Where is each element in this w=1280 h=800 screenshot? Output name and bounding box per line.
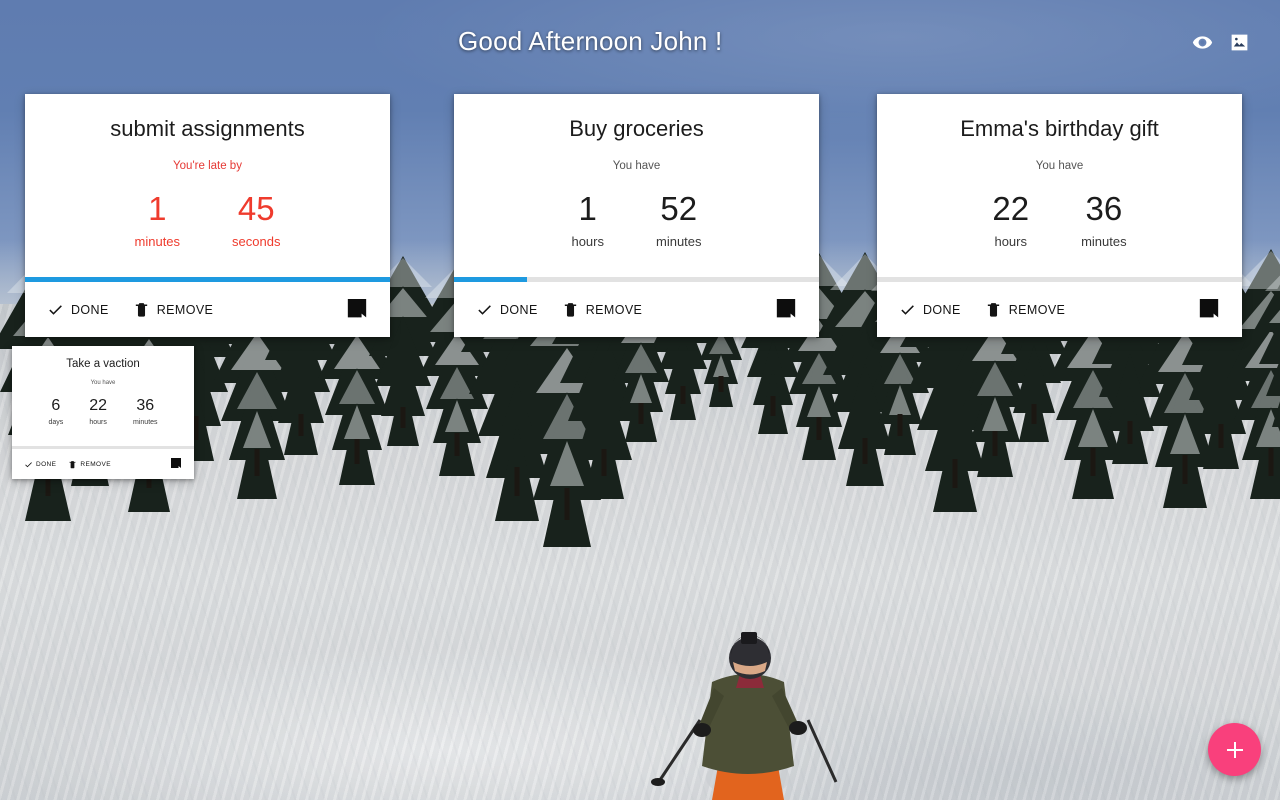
countdown-value: 22 <box>89 397 108 414</box>
countdown-label: minutes <box>656 234 702 249</box>
task-card[interactable]: Buy groceries You have 1 hours 52 minutes DONE… <box>454 94 819 337</box>
task-subtitle: You have <box>1035 160 1084 172</box>
task-card-body: Emma's birthday gift You have 22 hours 36 min… <box>877 94 1242 277</box>
task-card-grid: submit assignments You're late by 1 minutes… <box>0 0 1280 800</box>
done-label: DONE <box>36 460 57 468</box>
bookmark-button[interactable] <box>1198 298 1220 322</box>
remove-label: REMOVE <box>585 302 643 317</box>
done-button[interactable]: DONE <box>47 301 109 318</box>
remove-label: REMOVE <box>156 302 214 317</box>
task-title: Emma's birthday gift <box>960 116 1159 141</box>
task-subtitle: You're late by <box>173 160 242 172</box>
countdown-label: days <box>48 419 64 426</box>
countdown-group: 6 days 22 hours 36 minutes <box>12 397 194 427</box>
bookmark-icon <box>776 298 796 317</box>
countdown-value: 52 <box>660 190 698 227</box>
countdown-unit: 22 hours <box>89 397 108 427</box>
countdown-label: minutes <box>1081 234 1127 249</box>
done-button[interactable]: DONE <box>24 460 56 469</box>
done-button[interactable]: DONE <box>899 301 961 318</box>
task-title: Take a vaction <box>66 358 140 370</box>
remove-button[interactable]: REMOVE <box>562 301 643 318</box>
task-subtitle: You have <box>612 160 661 172</box>
bookmark-button[interactable] <box>346 298 368 322</box>
countdown-label: seconds <box>232 234 281 249</box>
countdown-unit: 52 minutes <box>656 192 702 249</box>
countdown-unit: 45 seconds <box>232 192 280 249</box>
countdown-unit: 36 minutes <box>1081 192 1127 249</box>
countdown-label: hours <box>571 234 604 249</box>
check-icon <box>478 305 491 315</box>
countdown-unit: 1 minutes <box>135 192 181 249</box>
countdown-value: 1 <box>578 190 597 227</box>
task-card[interactable]: Emma's birthday gift You have 22 hours 36 min… <box>877 94 1242 337</box>
countdown-value: 6 <box>51 397 61 414</box>
task-card[interactable]: submit assignments You're late by 1 minutes… <box>25 94 390 337</box>
trash-icon <box>135 303 147 317</box>
countdown-unit: 22 hours <box>992 192 1029 249</box>
top-icon-group <box>1192 32 1250 53</box>
countdown-unit: 36 minutes <box>133 397 158 427</box>
done-label: DONE <box>500 302 538 317</box>
task-card-body: Buy groceries You have 1 hours 52 minutes <box>454 94 819 277</box>
countdown-unit: 6 days <box>48 397 64 427</box>
done-label: DONE <box>71 302 109 317</box>
plus-icon <box>1226 741 1243 758</box>
done-label: DONE <box>923 302 961 317</box>
countdown-group: 1 hours 52 minutes <box>454 192 819 249</box>
countdown-label: minutes <box>134 234 181 249</box>
trash-icon <box>987 303 999 317</box>
greeting-text: Good Afternoon John ! <box>458 26 723 56</box>
countdown-value: 36 <box>136 397 155 414</box>
countdown-value: 36 <box>1085 190 1123 227</box>
remove-label: REMOVE <box>1008 302 1066 317</box>
task-card-body: submit assignments You're late by 1 minutes… <box>25 94 390 277</box>
countdown-unit: 1 hours <box>571 192 604 249</box>
bookmark-icon <box>171 458 181 468</box>
trash-icon <box>564 303 576 317</box>
countdown-group: 22 hours 36 minutes <box>877 192 1242 249</box>
remove-button[interactable]: REMOVE <box>68 460 111 469</box>
image-icon[interactable] <box>1229 32 1250 53</box>
trash-icon <box>69 460 76 468</box>
task-card[interactable]: Take a vaction You have 6 days 22 hours 36 minu… <box>12 346 194 479</box>
bookmark-button[interactable] <box>775 298 797 322</box>
countdown-group: 1 minutes 45 seconds <box>25 192 390 249</box>
check-icon <box>49 305 62 315</box>
task-title: submit assignments <box>110 116 305 141</box>
done-button[interactable]: DONE <box>476 301 538 318</box>
bookmark-icon <box>347 298 367 317</box>
check-icon <box>25 461 32 467</box>
countdown-label: hours <box>994 234 1027 249</box>
bookmark-button[interactable] <box>170 458 182 471</box>
remove-label: REMOVE <box>80 460 111 468</box>
countdown-value: 45 <box>237 190 275 227</box>
visibility-icon[interactable] <box>1192 32 1213 53</box>
task-card-footer: DONE REMOVE <box>12 449 194 479</box>
task-subtitle: You have <box>90 380 116 386</box>
task-card-footer: DONE REMOVE <box>454 282 819 337</box>
check-icon <box>901 305 914 315</box>
task-title: Buy groceries <box>569 116 704 141</box>
task-card-footer: DONE REMOVE <box>25 282 390 337</box>
countdown-label: minutes <box>133 419 158 426</box>
add-task-button[interactable] <box>1208 723 1261 776</box>
countdown-value: 1 <box>148 190 167 227</box>
remove-button[interactable]: REMOVE <box>133 301 214 318</box>
bookmark-icon <box>1199 298 1219 317</box>
remove-button[interactable]: REMOVE <box>985 301 1066 318</box>
task-card-footer: DONE REMOVE <box>877 282 1242 337</box>
countdown-label: hours <box>89 419 107 426</box>
countdown-value: 22 <box>992 190 1030 227</box>
task-card-body: Take a vaction You have 6 days 22 hours 36 minu… <box>12 346 194 446</box>
